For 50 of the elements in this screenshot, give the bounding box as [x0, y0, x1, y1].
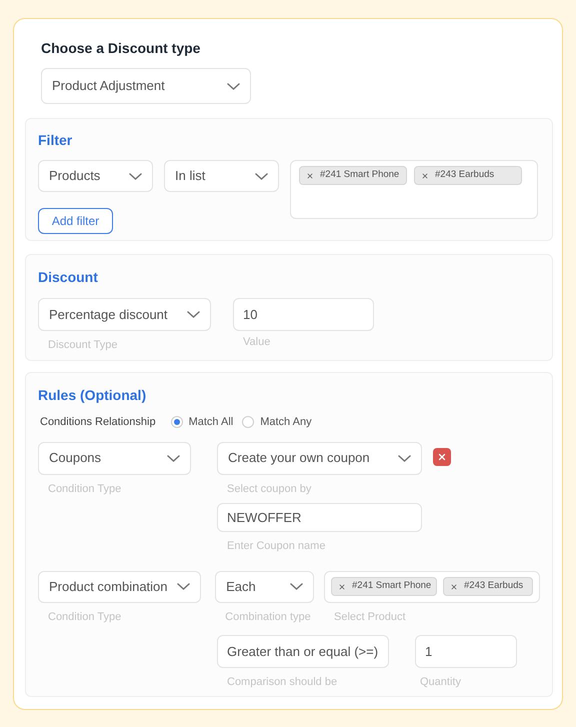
- product-select[interactable]: #241 Smart Phone #243 Earbuds: [324, 570, 540, 602]
- input-field[interactable]: 1: [415, 635, 517, 668]
- remove-icon[interactable]: [306, 172, 314, 180]
- chevron-down-icon: [187, 311, 200, 318]
- form-heading: Choose a Discount type: [41, 39, 202, 58]
- radio-option[interactable]: Match Any: [242, 414, 312, 430]
- dropdown-select[interactable]: Coupons: [38, 442, 191, 474]
- input-field[interactable]: Greater than or equal (>=): [217, 635, 389, 668]
- dropdown-select[interactable]: Product combination: [38, 570, 201, 602]
- field-caption: Condition Type: [47, 610, 122, 624]
- tag-label: #243 Earbuds: [464, 579, 524, 594]
- field-caption: Value: [242, 335, 272, 350]
- dropdown-select[interactable]: Products: [38, 160, 153, 192]
- field-caption: Combination type: [224, 610, 312, 624]
- dropdown-select[interactable]: Create your own coupon: [217, 442, 422, 474]
- chevron-down-icon: [290, 583, 304, 590]
- chevron-down-icon: [255, 172, 268, 180]
- field-caption: Condition Type: [47, 482, 122, 496]
- remove-icon[interactable]: [338, 582, 346, 590]
- input-field[interactable]: 10: [233, 298, 374, 331]
- chevron-down-icon: [167, 454, 180, 462]
- field-caption: Enter Coupon name: [226, 539, 326, 554]
- close-icon: [437, 452, 447, 462]
- tag-label: #241 Smart Phone: [352, 579, 432, 594]
- dropdown-select[interactable]: Product Adjustment: [41, 68, 251, 104]
- chevron-down-icon: [177, 583, 190, 590]
- remove-icon[interactable]: [421, 172, 429, 180]
- radio-option[interactable]: Match All: [170, 414, 234, 430]
- remove-icon[interactable]: [450, 582, 458, 590]
- field-caption: Select coupon by: [226, 482, 312, 496]
- field-caption: Quantity: [419, 675, 462, 690]
- chevron-down-icon: [398, 454, 411, 462]
- relationship-label: Conditions Relationship: [40, 415, 156, 430]
- delete-button[interactable]: [433, 448, 451, 466]
- chevron-down-icon: [129, 172, 142, 180]
- product-select[interactable]: #241 Smart Phone #243 Earbuds: [290, 160, 538, 219]
- add-filter-button[interactable]: Add filter: [38, 208, 113, 234]
- field-caption: Select Product: [333, 610, 407, 624]
- section-title: Rules (Optional): [38, 386, 148, 405]
- dropdown-select[interactable]: Each: [215, 570, 314, 602]
- dropdown-select[interactable]: Percentage discount: [38, 298, 211, 331]
- tag-label: #241 Smart Phone: [320, 168, 400, 182]
- chevron-down-icon: [227, 82, 240, 90]
- dropdown-select[interactable]: In list: [164, 160, 279, 192]
- section-title: Discount: [38, 268, 99, 287]
- tag-label: #243 Earbuds: [435, 168, 494, 182]
- field-caption: Comparison should be: [226, 675, 338, 690]
- input-field[interactable]: NEWOFFER: [217, 503, 422, 532]
- field-caption: Discount Type: [47, 338, 119, 353]
- section-title: Filter: [38, 131, 74, 150]
